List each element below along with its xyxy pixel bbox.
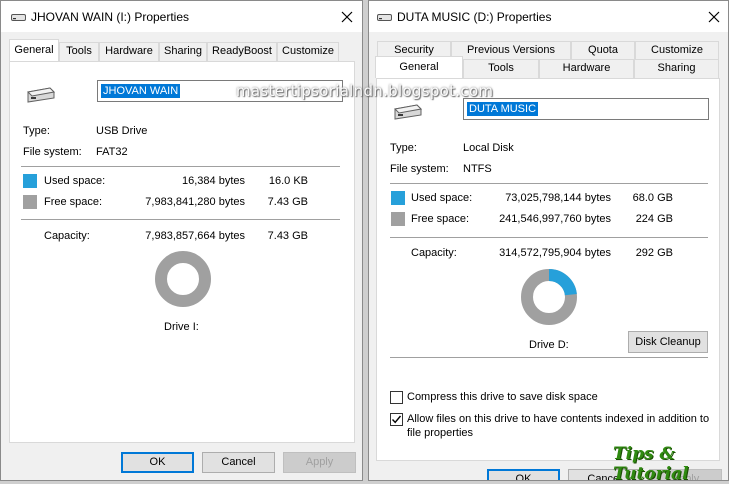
file-system-value: NTFS (463, 163, 492, 175)
cancel-button[interactable]: Cancel (202, 452, 275, 473)
used-space-size: 16.0 KB (268, 175, 308, 187)
left-properties-window: JHOVAN WAIN (I:) Properties General Tool… (0, 0, 363, 481)
index-checkbox[interactable] (390, 413, 403, 426)
divider (390, 183, 708, 184)
free-space-label: Free space: (411, 213, 470, 225)
used-space-label: Used space: (44, 175, 106, 187)
drive-name-value[interactable]: JHOVAN WAIN (101, 84, 181, 98)
tab-hardware[interactable]: Hardware (539, 59, 634, 78)
tab-row: General Tools Hardware Sharing ReadyBoos… (1, 39, 362, 61)
free-space-bytes: 241,546,997,760 bytes (499, 213, 611, 225)
capacity-bytes: 314,572,795,904 bytes (499, 247, 611, 259)
free-space-swatch (391, 212, 405, 226)
general-panel: DUTA MUSIC Type: Local Disk File system:… (376, 78, 720, 461)
tab-customize[interactable]: Customize (277, 42, 339, 61)
capacity-size: 7.43 GB (267, 230, 308, 242)
free-space-label: Free space: (44, 196, 103, 208)
close-button[interactable] (691, 1, 728, 32)
drive-letter-label: Drive I: (164, 321, 199, 333)
free-space-swatch (23, 195, 37, 209)
tab-quota[interactable]: Quota (571, 41, 635, 60)
capacity-size: 292 GB (635, 247, 673, 259)
drive-large-icon (24, 84, 56, 107)
used-space-label: Used space: (411, 192, 473, 204)
used-space-bytes: 16,384 bytes (182, 175, 245, 187)
used-space-swatch (391, 191, 405, 205)
window-title: JHOVAN WAIN (I:) Properties (31, 10, 190, 24)
divider (21, 219, 340, 220)
divider (21, 166, 340, 167)
used-space-size: 68.0 GB (632, 192, 673, 204)
usage-donut (155, 251, 211, 307)
drive-name-value[interactable]: DUTA MUSIC (467, 102, 539, 116)
index-label-line-2[interactable]: file properties (407, 427, 473, 439)
drive-letter-label: Drive D: (529, 339, 569, 351)
close-button[interactable] (324, 1, 362, 32)
free-space-size: 7.43 GB (267, 196, 308, 208)
file-system-label: File system: (23, 146, 82, 158)
ok-button[interactable]: OK (487, 469, 560, 480)
general-panel: JHOVAN WAIN Type: USB Drive File system:… (9, 61, 355, 443)
tab-readyboost[interactable]: ReadyBoost (207, 42, 277, 61)
index-label-line-1[interactable]: Allow files on this drive to have conten… (407, 413, 709, 425)
right-properties-window: DUTA MUSIC (D:) Properties Security Prev… (368, 0, 729, 481)
tab-tools[interactable]: Tools (59, 42, 99, 61)
drive-name-input[interactable]: DUTA MUSIC (463, 98, 709, 120)
free-space-size: 224 GB (635, 213, 673, 225)
capacity-label: Capacity: (411, 247, 457, 259)
drive-icon (11, 12, 26, 25)
ok-button[interactable]: OK (121, 452, 194, 473)
window-title: DUTA MUSIC (D:) Properties (397, 10, 552, 24)
compress-checkbox[interactable] (390, 391, 403, 404)
type-label: Type: (23, 125, 50, 137)
left-title-bar[interactable]: JHOVAN WAIN (I:) Properties (1, 1, 362, 32)
tab-sharing[interactable]: Sharing (634, 59, 719, 78)
tab-sharing[interactable]: Sharing (159, 42, 207, 61)
tips-tutorial-logo: Tips & Tutorial (613, 444, 689, 484)
watermark-text: mastertipsorialndn.blogspot.com (236, 82, 494, 100)
apply-button[interactable]: Apply (283, 452, 356, 473)
right-title-bar[interactable]: DUTA MUSIC (D:) Properties (369, 1, 728, 32)
close-icon (341, 11, 353, 22)
divider (390, 237, 708, 238)
divider (390, 357, 708, 358)
usage-donut (521, 269, 577, 325)
used-space-swatch (23, 174, 37, 188)
file-system-value: FAT32 (96, 146, 128, 158)
checkmark-icon (391, 415, 402, 424)
free-space-bytes: 7,983,841,280 bytes (145, 196, 245, 208)
tab-customize[interactable]: Customize (635, 41, 719, 60)
type-value: USB Drive (96, 125, 148, 137)
capacity-bytes: 7,983,857,664 bytes (145, 230, 245, 242)
disk-cleanup-button[interactable]: Disk Cleanup (628, 331, 708, 353)
tab-general[interactable]: General (9, 39, 59, 61)
drive-icon (377, 12, 392, 25)
type-label: Type: (390, 142, 417, 154)
compress-label[interactable]: Compress this drive to save disk space (407, 391, 598, 403)
tab-general[interactable]: General (375, 56, 463, 78)
tab-tools[interactable]: Tools (463, 59, 539, 78)
used-space-bytes: 73,025,798,144 bytes (505, 192, 611, 204)
tab-hardware[interactable]: Hardware (99, 42, 159, 61)
close-icon (708, 11, 720, 22)
file-system-label: File system: (390, 163, 449, 175)
tab-row-front: General Tools Hardware Sharing (369, 56, 728, 78)
tab-previous-versions[interactable]: Previous Versions (451, 41, 571, 60)
capacity-label: Capacity: (44, 230, 90, 242)
drive-large-icon (391, 101, 423, 124)
type-value: Local Disk (463, 142, 514, 154)
